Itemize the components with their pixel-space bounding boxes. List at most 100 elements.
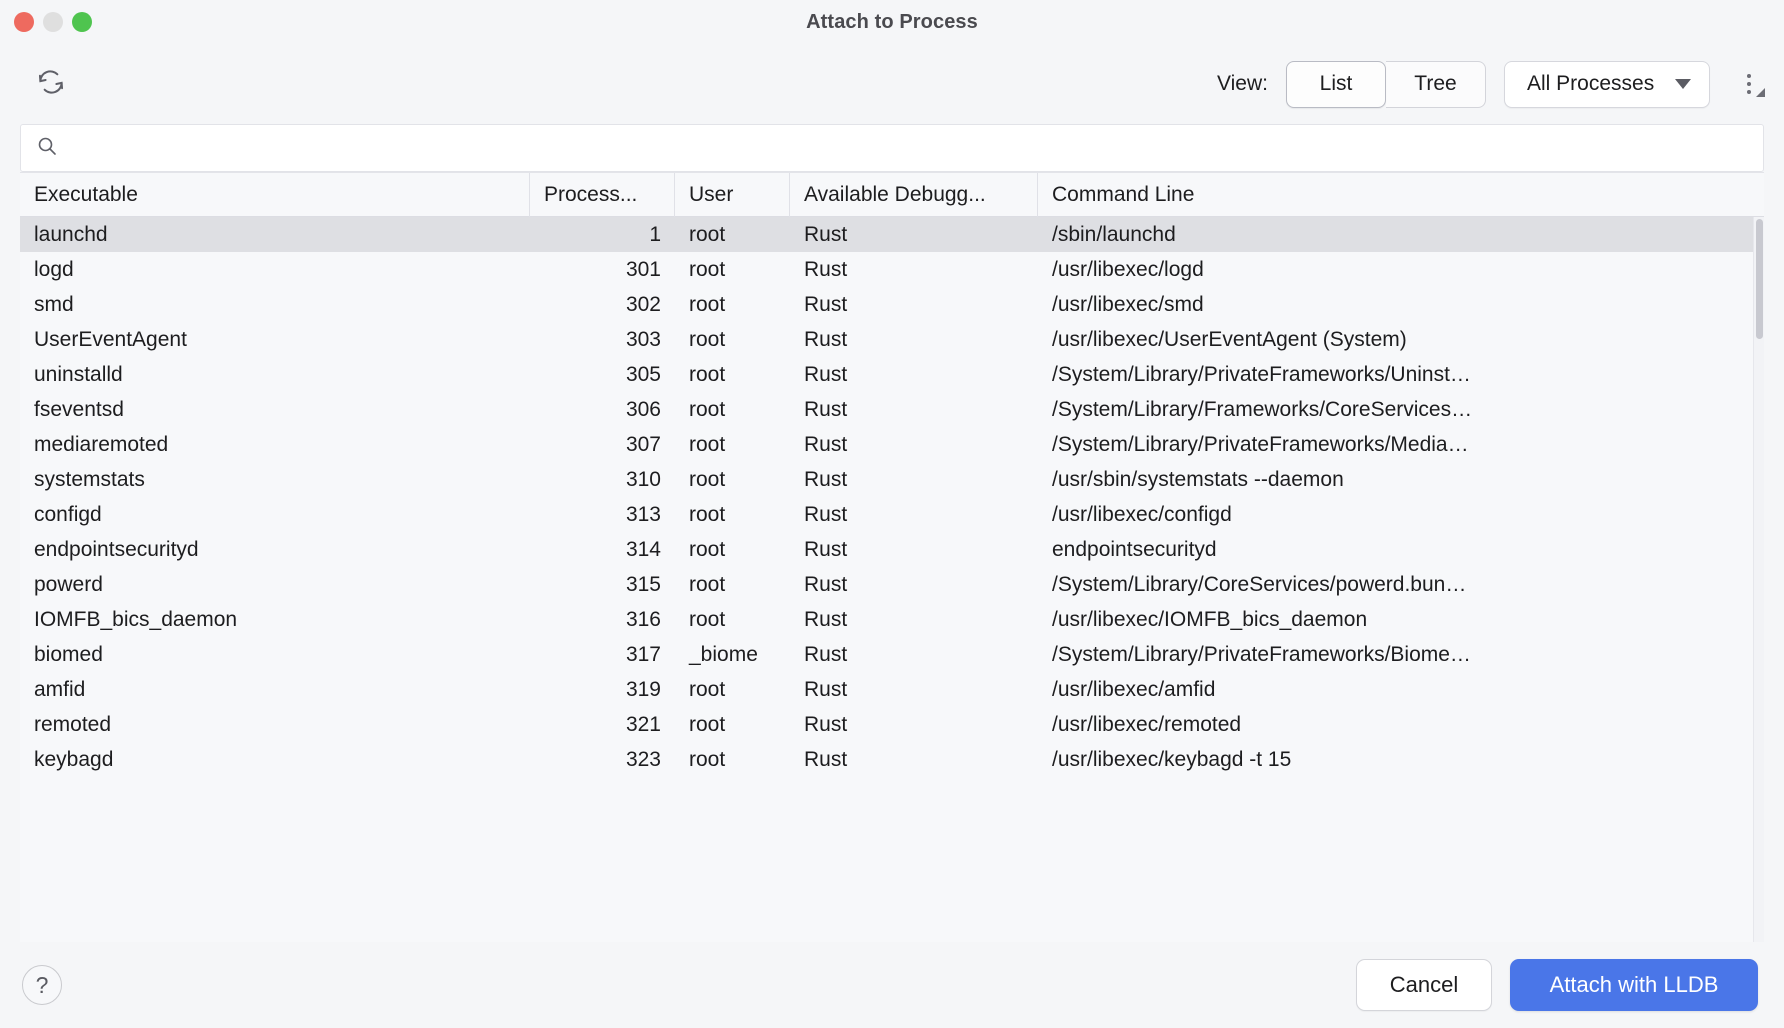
cell-available-debugger: Rust [790, 532, 1038, 567]
footer-buttons: Cancel Attach with LLDB [1356, 959, 1758, 1011]
cell-command-line: endpointsecurityd [1038, 532, 1764, 567]
table-body: launchd1rootRust/sbin/launchdlogd301root… [20, 217, 1764, 942]
view-mode-segmented-control: List Tree [1286, 61, 1486, 108]
column-header-user[interactable]: User [675, 173, 790, 217]
cell-executable: systemstats [20, 462, 530, 497]
cell-available-debugger: Rust [790, 567, 1038, 602]
cell-process-id: 315 [530, 567, 675, 602]
table-row[interactable]: keybagd323rootRust/usr/libexec/keybagd -… [20, 742, 1764, 777]
minimize-window-button[interactable] [43, 12, 63, 32]
table-row[interactable]: systemstats310rootRust/usr/sbin/systemst… [20, 462, 1764, 497]
cell-available-debugger: Rust [790, 462, 1038, 497]
cell-user: _biome [675, 637, 790, 672]
cell-user: root [675, 672, 790, 707]
cell-available-debugger: Rust [790, 427, 1038, 462]
column-header-available-debugger[interactable]: Available Debugg... [790, 173, 1038, 217]
cell-process-id: 323 [530, 742, 675, 777]
cell-command-line: /sbin/launchd [1038, 217, 1764, 252]
table-row[interactable]: amfid319rootRust/usr/libexec/amfid [20, 672, 1764, 707]
cell-command-line: /usr/libexec/logd [1038, 252, 1764, 287]
search-input[interactable] [69, 137, 1749, 160]
search-field[interactable] [20, 124, 1764, 172]
cell-process-id: 313 [530, 497, 675, 532]
cell-user: root [675, 497, 790, 532]
cell-process-id: 321 [530, 707, 675, 742]
column-header-command-line[interactable]: Command Line [1038, 173, 1764, 217]
table-scrollbar-thumb[interactable] [1756, 219, 1763, 339]
view-mode-list-button[interactable]: List [1286, 61, 1386, 108]
table-row[interactable]: configd313rootRust/usr/libexec/configd [20, 497, 1764, 532]
overflow-menu-button[interactable] [1732, 62, 1766, 106]
table-row[interactable]: IOMFB_bics_daemon316rootRust/usr/libexec… [20, 602, 1764, 637]
cell-command-line: /usr/libexec/configd [1038, 497, 1764, 532]
cell-process-id: 305 [530, 357, 675, 392]
cell-executable: launchd [20, 217, 530, 252]
footer: ? Cancel Attach with LLDB [0, 942, 1784, 1028]
titlebar: Attach to Process [0, 0, 1784, 44]
cell-available-debugger: Rust [790, 672, 1038, 707]
cell-process-id: 306 [530, 392, 675, 427]
cell-available-debugger: Rust [790, 357, 1038, 392]
cell-process-id: 316 [530, 602, 675, 637]
cell-user: root [675, 602, 790, 637]
table-row[interactable]: smd302rootRust/usr/libexec/smd [20, 287, 1764, 322]
cell-executable: keybagd [20, 742, 530, 777]
table-row[interactable]: biomed317_biomeRust/System/Library/Priva… [20, 637, 1764, 672]
cell-executable: fseventsd [20, 392, 530, 427]
cell-process-id: 314 [530, 532, 675, 567]
column-header-executable[interactable]: Executable [20, 173, 530, 217]
cell-executable: powerd [20, 567, 530, 602]
column-header-process-id[interactable]: Process... [530, 173, 675, 217]
traffic-lights [14, 12, 92, 32]
table-row[interactable]: uninstalld305rootRust/System/Library/Pri… [20, 357, 1764, 392]
window-title: Attach to Process [806, 11, 978, 34]
cell-user: root [675, 707, 790, 742]
cell-process-id: 310 [530, 462, 675, 497]
cell-available-debugger: Rust [790, 217, 1038, 252]
process-filter-dropdown[interactable]: All Processes [1504, 61, 1710, 108]
table-row[interactable]: UserEventAgent303rootRust/usr/libexec/Us… [20, 322, 1764, 357]
attach-with-lldb-button[interactable]: Attach with LLDB [1510, 959, 1758, 1011]
cell-user: root [675, 532, 790, 567]
cell-command-line: /usr/libexec/IOMFB_bics_daemon [1038, 602, 1764, 637]
view-mode-tree-button[interactable]: Tree [1386, 61, 1486, 108]
cell-available-debugger: Rust [790, 497, 1038, 532]
cell-user: root [675, 742, 790, 777]
process-table: Executable Process... User Available Deb… [20, 172, 1764, 942]
resize-corner-icon [1756, 88, 1765, 97]
cell-user: root [675, 322, 790, 357]
table-row[interactable]: mediaremoted307rootRust/System/Library/P… [20, 427, 1764, 462]
table-row[interactable]: remoted321rootRust/usr/libexec/remoted [20, 707, 1764, 742]
cell-process-id: 301 [530, 252, 675, 287]
table-row[interactable]: fseventsd306rootRust/System/Library/Fram… [20, 392, 1764, 427]
cell-process-id: 317 [530, 637, 675, 672]
cell-user: root [675, 252, 790, 287]
refresh-button[interactable] [30, 63, 72, 105]
cell-executable: remoted [20, 707, 530, 742]
help-button[interactable]: ? [22, 965, 62, 1005]
cell-available-debugger: Rust [790, 287, 1038, 322]
toolbar: View: List Tree All Processes [0, 44, 1784, 124]
cell-command-line: /System/Library/PrivateFrameworks/Biome… [1038, 637, 1764, 672]
cell-executable: biomed [20, 637, 530, 672]
table-header-row: Executable Process... User Available Deb… [20, 173, 1764, 217]
cell-command-line: /usr/libexec/amfid [1038, 672, 1764, 707]
table-row[interactable]: endpointsecurityd314rootRustendpointsecu… [20, 532, 1764, 567]
cell-user: root [675, 287, 790, 322]
cell-executable: IOMFB_bics_daemon [20, 602, 530, 637]
cell-user: root [675, 462, 790, 497]
zoom-window-button[interactable] [72, 12, 92, 32]
table-scrollbar[interactable] [1753, 217, 1764, 942]
cell-command-line: /usr/sbin/systemstats --daemon [1038, 462, 1764, 497]
cell-process-id: 303 [530, 322, 675, 357]
cell-available-debugger: Rust [790, 742, 1038, 777]
close-window-button[interactable] [14, 12, 34, 32]
table-row[interactable]: powerd315rootRust/System/Library/CoreSer… [20, 567, 1764, 602]
cell-command-line: /System/Library/CoreServices/powerd.bun… [1038, 567, 1764, 602]
cell-user: root [675, 427, 790, 462]
table-row[interactable]: launchd1rootRust/sbin/launchd [20, 217, 1764, 252]
table-row[interactable]: logd301rootRust/usr/libexec/logd [20, 252, 1764, 287]
cell-executable: smd [20, 287, 530, 322]
cancel-button[interactable]: Cancel [1356, 959, 1492, 1011]
cell-user: root [675, 357, 790, 392]
